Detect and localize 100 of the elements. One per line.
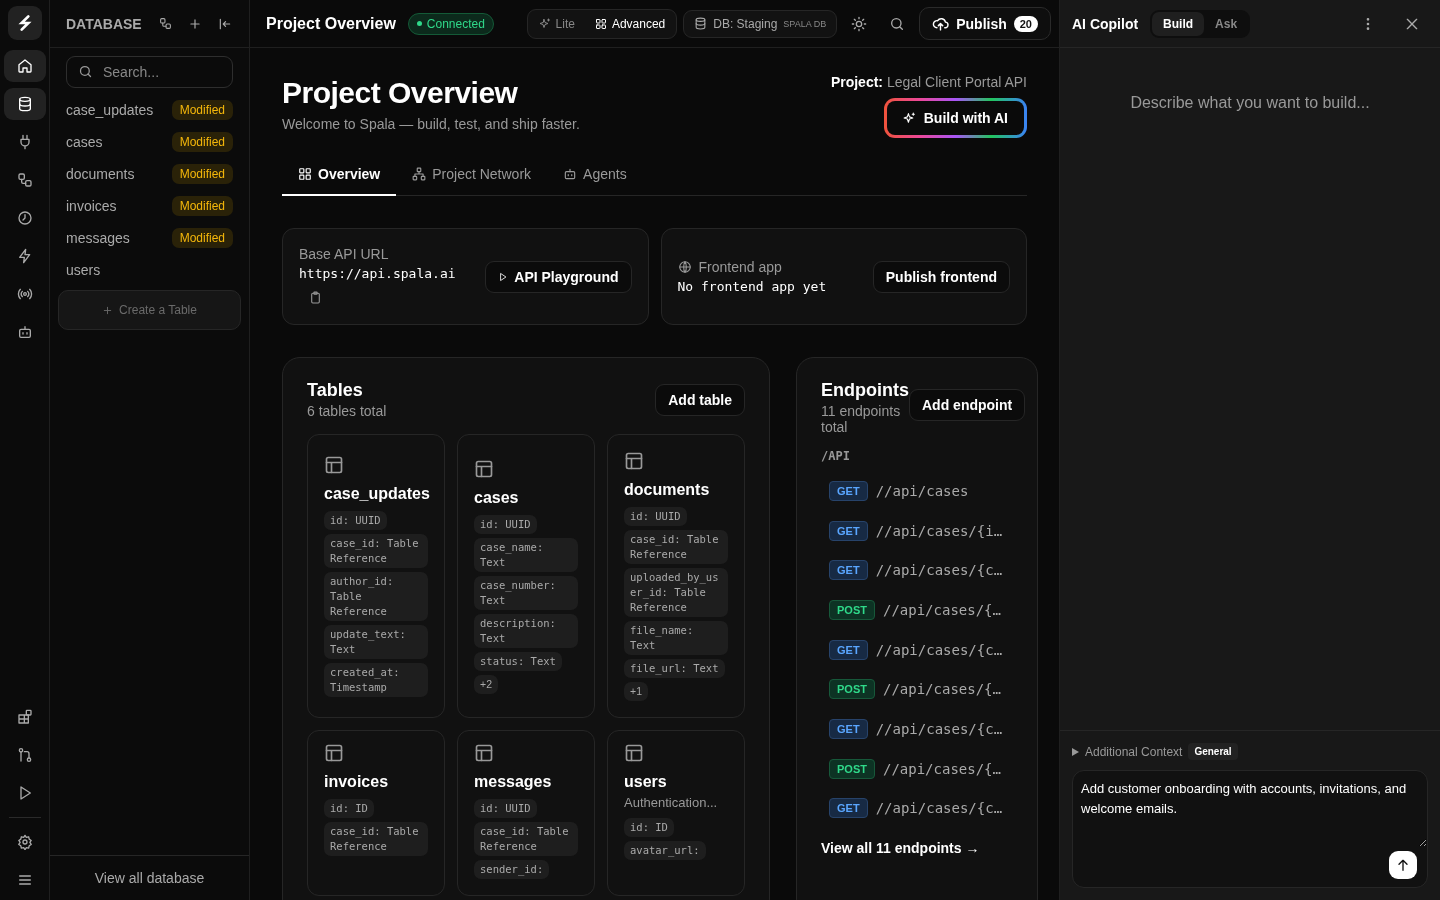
endpoint-path[interactable]: //api/cases/{c…	[875, 800, 1003, 817]
table-icon	[624, 743, 644, 763]
field-chip: id: UUID	[474, 799, 537, 818]
table-card[interactable]: messages id: UUID case_id: Table Reference sender_id:	[457, 730, 595, 896]
table-link[interactable]: documents	[66, 166, 135, 182]
search-icon	[889, 15, 906, 32]
field-chip: status: Text	[474, 651, 562, 671]
table-card[interactable]: cases id: UUID case_name: Text case_number: Text description: Text status: Text +2	[457, 434, 595, 718]
field-chip: file_url: Text	[624, 659, 725, 678]
table-link[interactable]: messages	[66, 230, 130, 246]
broadcast-icon	[16, 286, 33, 302]
table-card[interactable]: invoices id: ID case_id: Table Reference	[307, 730, 445, 896]
endpoint-path[interactable]: //api/cases/{…	[882, 601, 1001, 618]
section-title: Endpoints	[821, 380, 910, 401]
table-link[interactable]: case_updates	[66, 102, 154, 118]
blocks-icon	[16, 709, 33, 725]
method-badge: GET	[829, 639, 868, 660]
database-selector[interactable]: DB: Staging SPALA DB	[683, 9, 838, 38]
network-icon	[412, 167, 427, 181]
api-url: https://api.spala.ai	[299, 265, 456, 281]
field-chip: id: ID	[624, 818, 674, 837]
clock-icon	[16, 210, 33, 226]
field-chip: case_id: Table Reference	[324, 822, 428, 856]
endpoint-path[interactable]: //api/cases	[875, 482, 969, 499]
arrow-up-icon	[1395, 857, 1411, 873]
play-icon	[498, 271, 509, 282]
table-card[interactable]: documents id: UUID case_id: Table Reference uploaded_by_user_id: Table Reference file_name: Text file_url: Text +1	[607, 434, 745, 718]
robot-icon	[563, 167, 578, 181]
api-playground-button[interactable]: API Playground	[485, 260, 632, 293]
table-name: users	[624, 773, 668, 791]
section-subtitle: 6 tables total	[307, 403, 387, 419]
database-icon	[16, 96, 33, 112]
empty-state-text: Describe what you want to build...	[1129, 94, 1371, 112]
prompt-field[interactable]: Add customer onboarding with accounts, invitations, and welcome emails.	[1072, 770, 1428, 888]
method-badge: POST	[829, 599, 875, 620]
table-name: documents	[624, 481, 711, 499]
nav-button[interactable]	[3, 50, 46, 82]
view-all-link[interactable]: View all database	[94, 870, 205, 886]
expand-icon[interactable]	[1072, 747, 1079, 756]
clipboard-icon	[309, 290, 322, 304]
field-chip: id: ID	[324, 799, 374, 818]
endpoint-path[interactable]: //api/cases/{c…	[875, 720, 1003, 737]
globe-icon	[677, 260, 692, 274]
panel-title: AI Copilot	[1072, 15, 1139, 32]
table-link[interactable]: users	[66, 262, 101, 278]
field-chip: case_id: Table Reference	[474, 822, 578, 856]
endpoint-path[interactable]: //api/cases/{i…	[875, 522, 1003, 539]
view-all-link[interactable]: View all 11 endpoints →	[821, 840, 980, 857]
endpoint-path[interactable]: //api/cases/{c…	[875, 562, 1003, 579]
field-chip: file_name: Text	[624, 621, 728, 655]
add-endpoint-button[interactable]: Add endpoint	[909, 389, 1026, 421]
field-chip: case_id: Table Reference	[624, 530, 728, 564]
field-chip: author_id: Table Reference	[324, 572, 428, 621]
publish-button[interactable]: Publish 20	[919, 7, 1051, 40]
sparkle-icon	[902, 111, 916, 125]
tab[interactable]: Project Network	[396, 158, 548, 196]
field-chip: case_name: Text	[474, 537, 578, 572]
mode-tab[interactable]: Build	[1152, 11, 1205, 36]
table-card[interactable]: users Authentication... id: ID avatar_url:	[607, 730, 745, 896]
section-title: Tables	[307, 380, 364, 401]
tab[interactable]: Agents	[547, 158, 643, 196]
endpoint-path[interactable]: //api/cases/{…	[882, 681, 1001, 698]
status-badge: Modified	[171, 132, 233, 152]
table-name: cases	[474, 488, 520, 507]
method-badge: GET	[829, 718, 868, 739]
nodes-icon	[16, 172, 33, 188]
page-heading: Project Overview	[282, 76, 519, 110]
publish-frontend-button[interactable]: Publish frontend	[872, 260, 1010, 293]
field-chip: id: UUID	[474, 514, 537, 534]
send-button[interactable]	[1389, 851, 1417, 879]
card-label: Base API URL	[299, 245, 389, 262]
logo[interactable]	[7, 6, 42, 40]
more-count: +1	[624, 682, 648, 701]
search-field[interactable]: Search...	[66, 56, 233, 88]
section-subtitle: 11 endpoints total	[821, 403, 901, 435]
method-badge: POST	[829, 679, 875, 700]
mode-tab[interactable]: Ask	[1204, 11, 1249, 36]
card-label: Frontend app	[698, 259, 782, 275]
endpoint-path[interactable]: //api/cases/{…	[882, 760, 1001, 777]
table-card[interactable]: case_updates id: UUID case_id: Table Reference author_id: Table Reference update_text: Text created_at: Timestamp	[307, 434, 445, 718]
table-link[interactable]: invoices	[66, 198, 117, 214]
status-pill: Connected	[407, 12, 494, 35]
nav-button[interactable]	[3, 88, 46, 120]
page-title: Project Overview	[266, 14, 396, 33]
table-icon	[474, 458, 494, 479]
robot-icon	[16, 324, 33, 340]
database-icon	[694, 17, 708, 30]
mode-tab[interactable]: Lite	[529, 11, 584, 36]
add-table-button[interactable]: Add table	[655, 383, 745, 416]
plus-icon	[102, 304, 114, 316]
tab[interactable]: Overview	[282, 158, 397, 196]
endpoint-path[interactable]: //api/cases/{c…	[875, 641, 1003, 658]
field-chip: avatar_url:	[624, 841, 706, 860]
grid-icon	[298, 167, 312, 181]
page-subtitle: Welcome to Spala — build, test, and ship faster.	[282, 116, 580, 132]
context-tag: General	[1188, 743, 1238, 760]
context-toggle[interactable]: Additional Context	[1085, 744, 1183, 759]
method-badge: GET	[829, 520, 868, 541]
table-link[interactable]: cases	[66, 134, 103, 150]
mode-tab[interactable]: Advanced	[585, 11, 675, 36]
